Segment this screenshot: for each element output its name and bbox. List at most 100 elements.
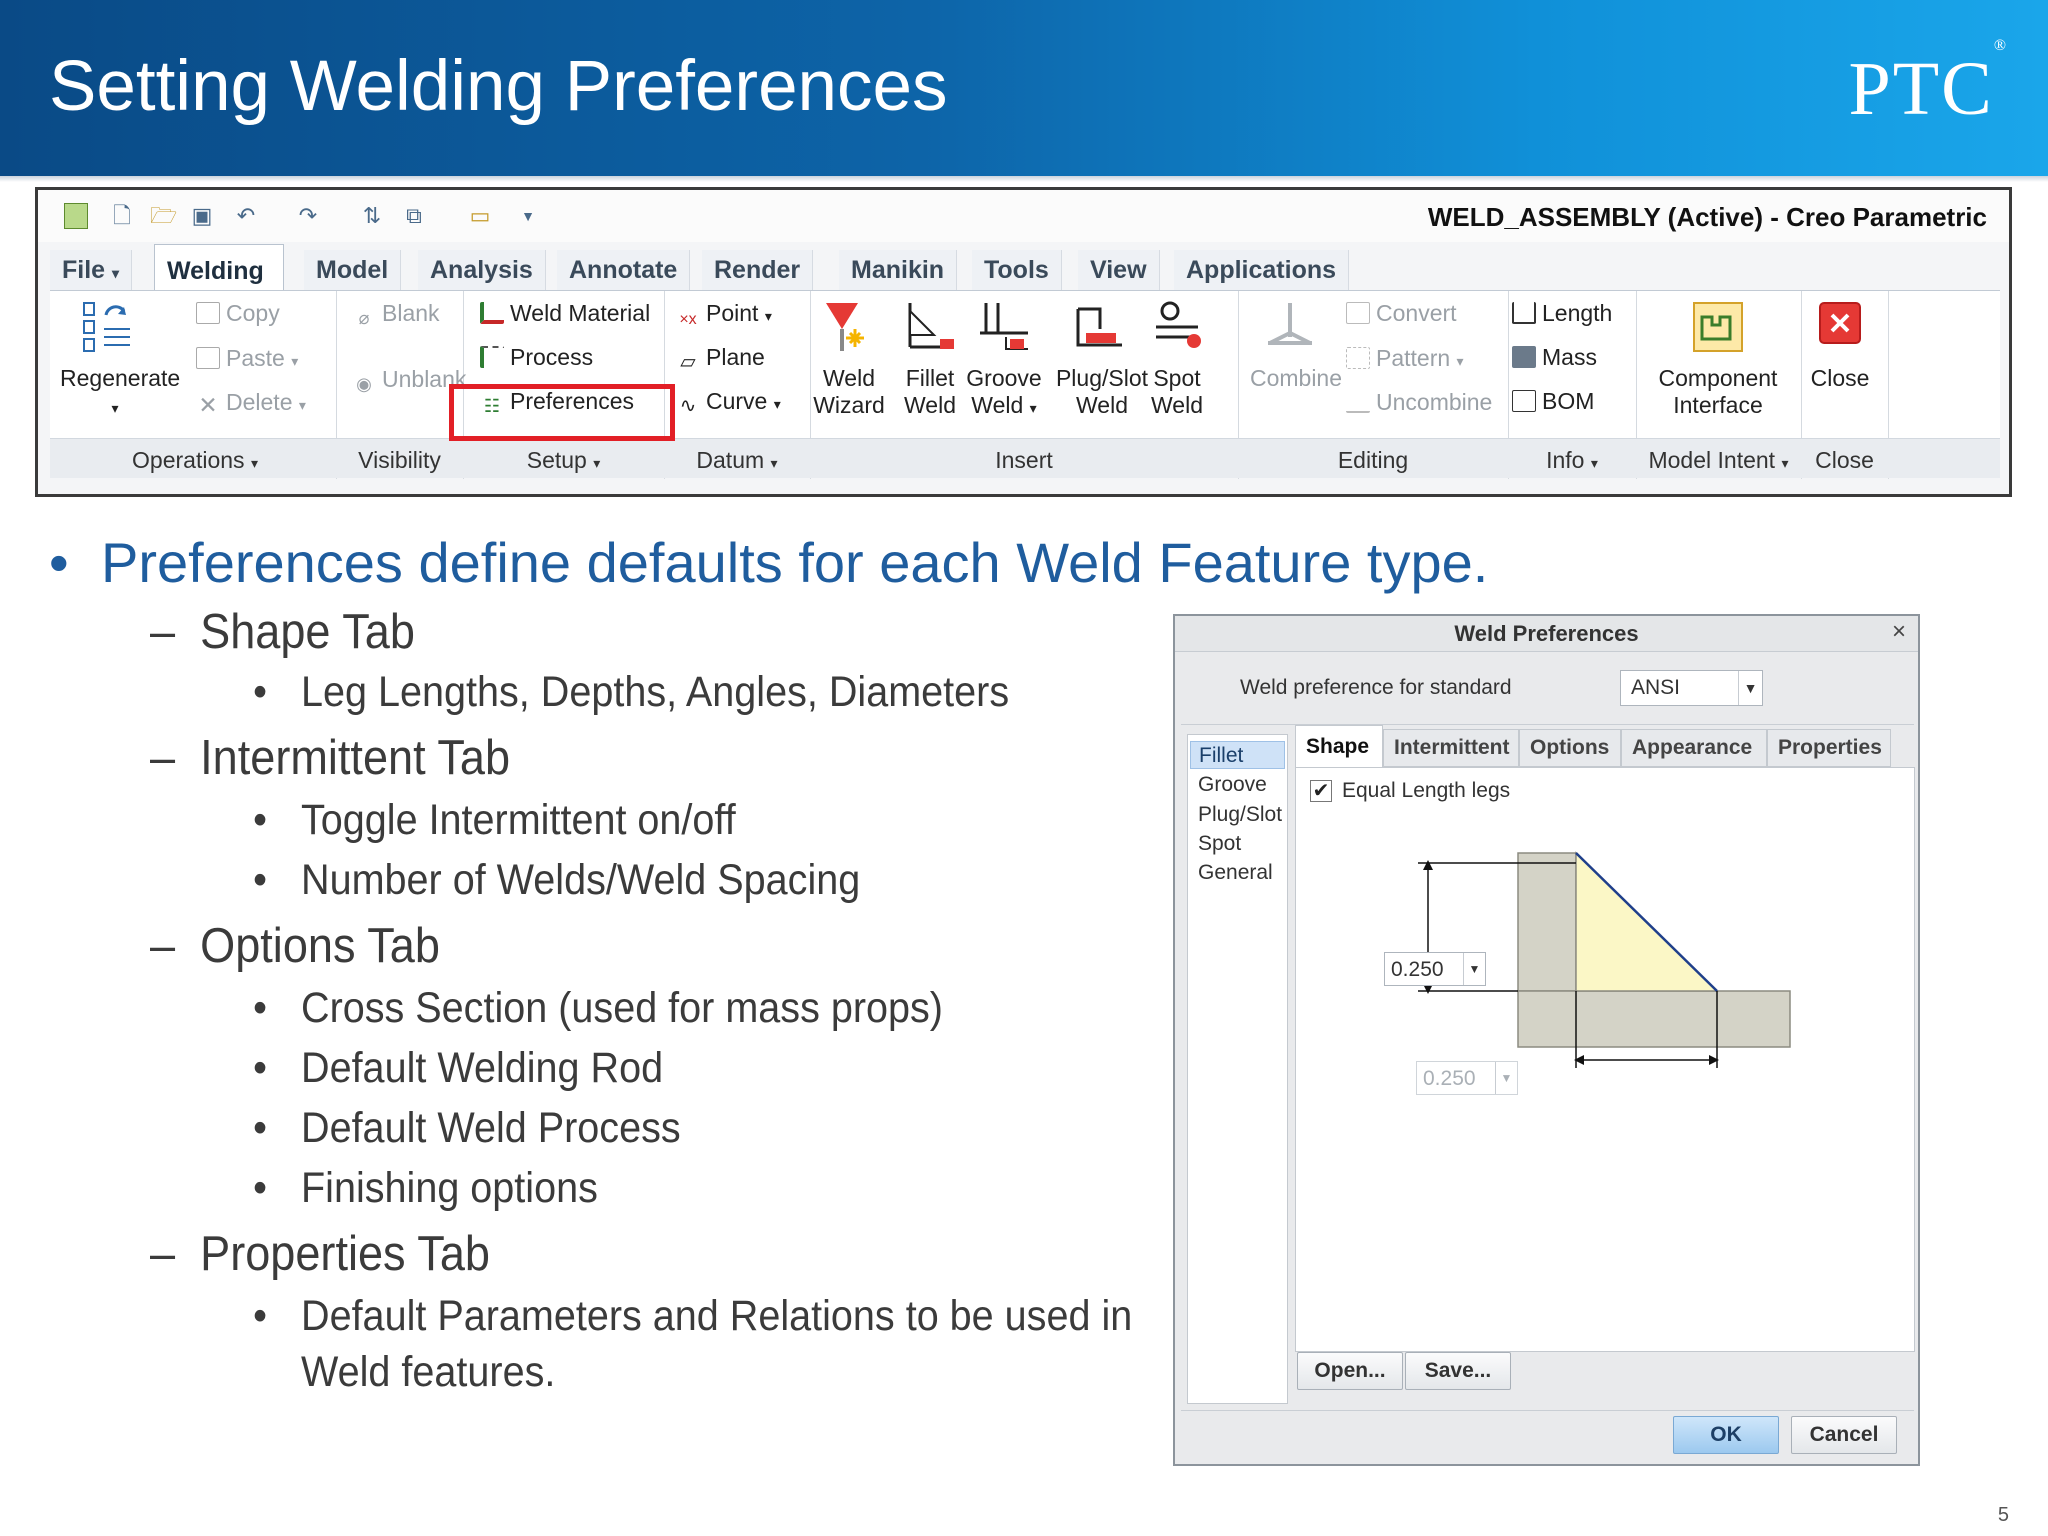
equal-legs-checkbox[interactable]: ✔ <box>1310 780 1332 802</box>
pattern-button[interactable]: Pattern ▾ <box>1346 344 1464 375</box>
mass-icon <box>1512 346 1536 368</box>
convert-button[interactable]: Convert <box>1346 299 1457 327</box>
equal-legs-label: Equal Length legs <box>1342 779 1511 802</box>
tab-annotate[interactable]: Annotate <box>557 250 691 290</box>
tab-analysis[interactable]: Analysis <box>418 250 546 290</box>
ribbon-panel: Regenerate ▾ Copy Paste ▾ ✕ Delete ▾ ⌀ Blan… <box>50 290 2000 479</box>
blank-button[interactable]: ⌀ Blank <box>352 299 440 328</box>
spot-weld-icon <box>1150 299 1206 355</box>
shape-tab-heading: – Shape Tab <box>150 605 415 659</box>
fillet-weld-icon <box>902 299 958 355</box>
dialog-title: Weld Preferences <box>1175 616 1918 652</box>
main-bullet: • Preferences define defaults for each We… <box>49 530 1488 595</box>
slide-header: Setting Welding Preferences PTC® <box>0 0 2048 176</box>
curve-button[interactable]: ∿ Curve ▾ <box>676 387 781 418</box>
group-editing: Editing <box>1337 447 1409 473</box>
bom-icon <box>1512 390 1536 412</box>
ok-button[interactable]: OK <box>1673 1416 1779 1454</box>
new-file-icon[interactable]: 🗋 <box>110 203 134 229</box>
group-close: Close <box>1815 447 1874 473</box>
tab-tools[interactable]: Tools <box>972 250 1062 290</box>
tab-intermittent[interactable]: Intermittent <box>1383 729 1519 767</box>
close-button[interactable]: Close <box>1802 365 1878 392</box>
delete-button[interactable]: ✕ Delete ▾ <box>196 388 306 419</box>
tab-file[interactable]: File ▾ <box>50 250 133 290</box>
window-title: WELD_ASSEMBLY (Active) - Creo Parametric <box>1427 202 1987 232</box>
shape-tab-body: ✔ Equal Length legs 0.250 ▼ 0.250 ▼ <box>1295 767 1915 1352</box>
leg-length-2-value: 0.250 <box>1423 1067 1476 1090</box>
tab-render[interactable]: Render <box>702 250 814 290</box>
group-datum[interactable]: Datum ▾ <box>664 447 810 474</box>
save-icon[interactable]: ▣ <box>190 203 214 229</box>
close-window-icon[interactable]: ▭ <box>468 203 492 229</box>
leg-length-1-field[interactable]: 0.250 ▼ <box>1384 952 1486 986</box>
spot-weld-button[interactable]: Spot Weld <box>1142 365 1212 419</box>
weld-type-plug-slot[interactable]: Plug/Slot <box>1190 801 1285 829</box>
cancel-button[interactable]: Cancel <box>1791 1416 1897 1454</box>
mass-button[interactable]: Mass <box>1512 343 1597 371</box>
tab-model[interactable]: Model <box>304 250 402 290</box>
copy-icon <box>196 302 220 324</box>
tab-welding[interactable]: Welding <box>154 244 284 290</box>
point-button[interactable]: ×x Point ▾ <box>676 299 772 330</box>
groove-weld-button[interactable]: Groove Weld ▾ <box>960 365 1048 422</box>
group-model-intent[interactable]: Model Intent ▾ <box>1636 447 1801 474</box>
group-setup[interactable]: Setup ▾ <box>463 447 664 474</box>
standard-select[interactable]: ANSI ▼ <box>1620 670 1763 706</box>
bom-button[interactable]: BOM <box>1512 387 1594 415</box>
open-button[interactable]: Open... <box>1297 1352 1403 1390</box>
windows-icon[interactable]: ⧉ <box>402 203 426 229</box>
chevron-down-icon: ▼ <box>1738 671 1762 705</box>
tab-options[interactable]: Options <box>1519 729 1621 767</box>
tab-manikin[interactable]: Manikin <box>839 250 958 290</box>
open-folder-icon[interactable]: 🗁 <box>150 203 177 229</box>
blank-icon: ⌀ <box>358 308 370 328</box>
unblank-icon: ◉ <box>356 374 372 394</box>
save-button[interactable]: Save... <box>1405 1352 1511 1390</box>
weld-wizard-button[interactable]: Weld Wizard <box>804 365 894 419</box>
length-button[interactable]: Length <box>1512 299 1612 327</box>
regenerate-button[interactable]: Regenerate ▾ <box>60 365 180 422</box>
group-operations[interactable]: Operations ▾ <box>70 447 320 474</box>
weld-type-list: Fillet Groove Plug/Slot Spot General <box>1187 734 1288 1404</box>
intermittent-tab-heading: – Intermittent Tab <box>150 731 511 785</box>
slide-title: Setting Welding Preferences <box>49 47 948 126</box>
uncombine-button[interactable]: Uncombine <box>1346 388 1492 416</box>
preferences-highlight-box <box>449 384 675 441</box>
close-red-icon <box>1818 301 1862 345</box>
group-info[interactable]: Info ▾ <box>1508 447 1636 474</box>
tab-view[interactable]: View <box>1078 250 1160 290</box>
group-visibility: Visibility <box>358 447 441 473</box>
undo-icon[interactable]: ↶ <box>234 203 258 229</box>
standard-label: Weld preference for standard <box>1240 676 1512 699</box>
paste-icon <box>196 347 220 369</box>
plug-slot-weld-icon <box>1072 299 1128 355</box>
delete-icon: ✕ <box>198 392 218 418</box>
weld-type-general[interactable]: General <box>1190 859 1285 887</box>
plug-slot-weld-button[interactable]: Plug/Slot Weld <box>1054 365 1150 419</box>
customize-qat-icon[interactable]: ▼ <box>516 203 540 229</box>
tab-appearance[interactable]: Appearance <box>1621 729 1767 767</box>
copy-button[interactable]: Copy <box>196 299 280 327</box>
process-icon <box>480 346 504 368</box>
weld-wizard-icon <box>820 299 876 355</box>
paste-button[interactable]: Paste ▾ <box>196 344 298 375</box>
tab-shape[interactable]: Shape <box>1295 725 1383 767</box>
tab-properties[interactable]: Properties <box>1767 729 1891 767</box>
weld-type-spot[interactable]: Spot <box>1190 830 1285 858</box>
combine-button[interactable]: Combine <box>1248 365 1344 392</box>
weld-type-fillet[interactable]: Fillet <box>1190 741 1285 769</box>
component-interface-button[interactable]: Component Interface <box>1646 365 1790 419</box>
weld-material-button[interactable]: Weld Material <box>480 299 650 327</box>
fillet-weld-button[interactable]: Fillet Weld <box>890 365 970 419</box>
tab-applications[interactable]: Applications <box>1174 250 1350 290</box>
weld-type-groove[interactable]: Groove <box>1190 771 1285 799</box>
regenerate-qat-icon[interactable]: ⇅ <box>360 203 384 229</box>
process-button[interactable]: Process <box>480 343 593 371</box>
dialog-close-icon[interactable]: × <box>1892 618 1906 646</box>
fillet-weld-diagram <box>1418 851 1791 1068</box>
weld-preferences-dialog: Weld Preferences × Weld preference for s… <box>1173 614 1920 1466</box>
app-icon[interactable] <box>64 203 88 229</box>
redo-icon[interactable]: ↷ <box>296 203 320 229</box>
plane-button[interactable]: ▱ Plane <box>676 343 765 373</box>
